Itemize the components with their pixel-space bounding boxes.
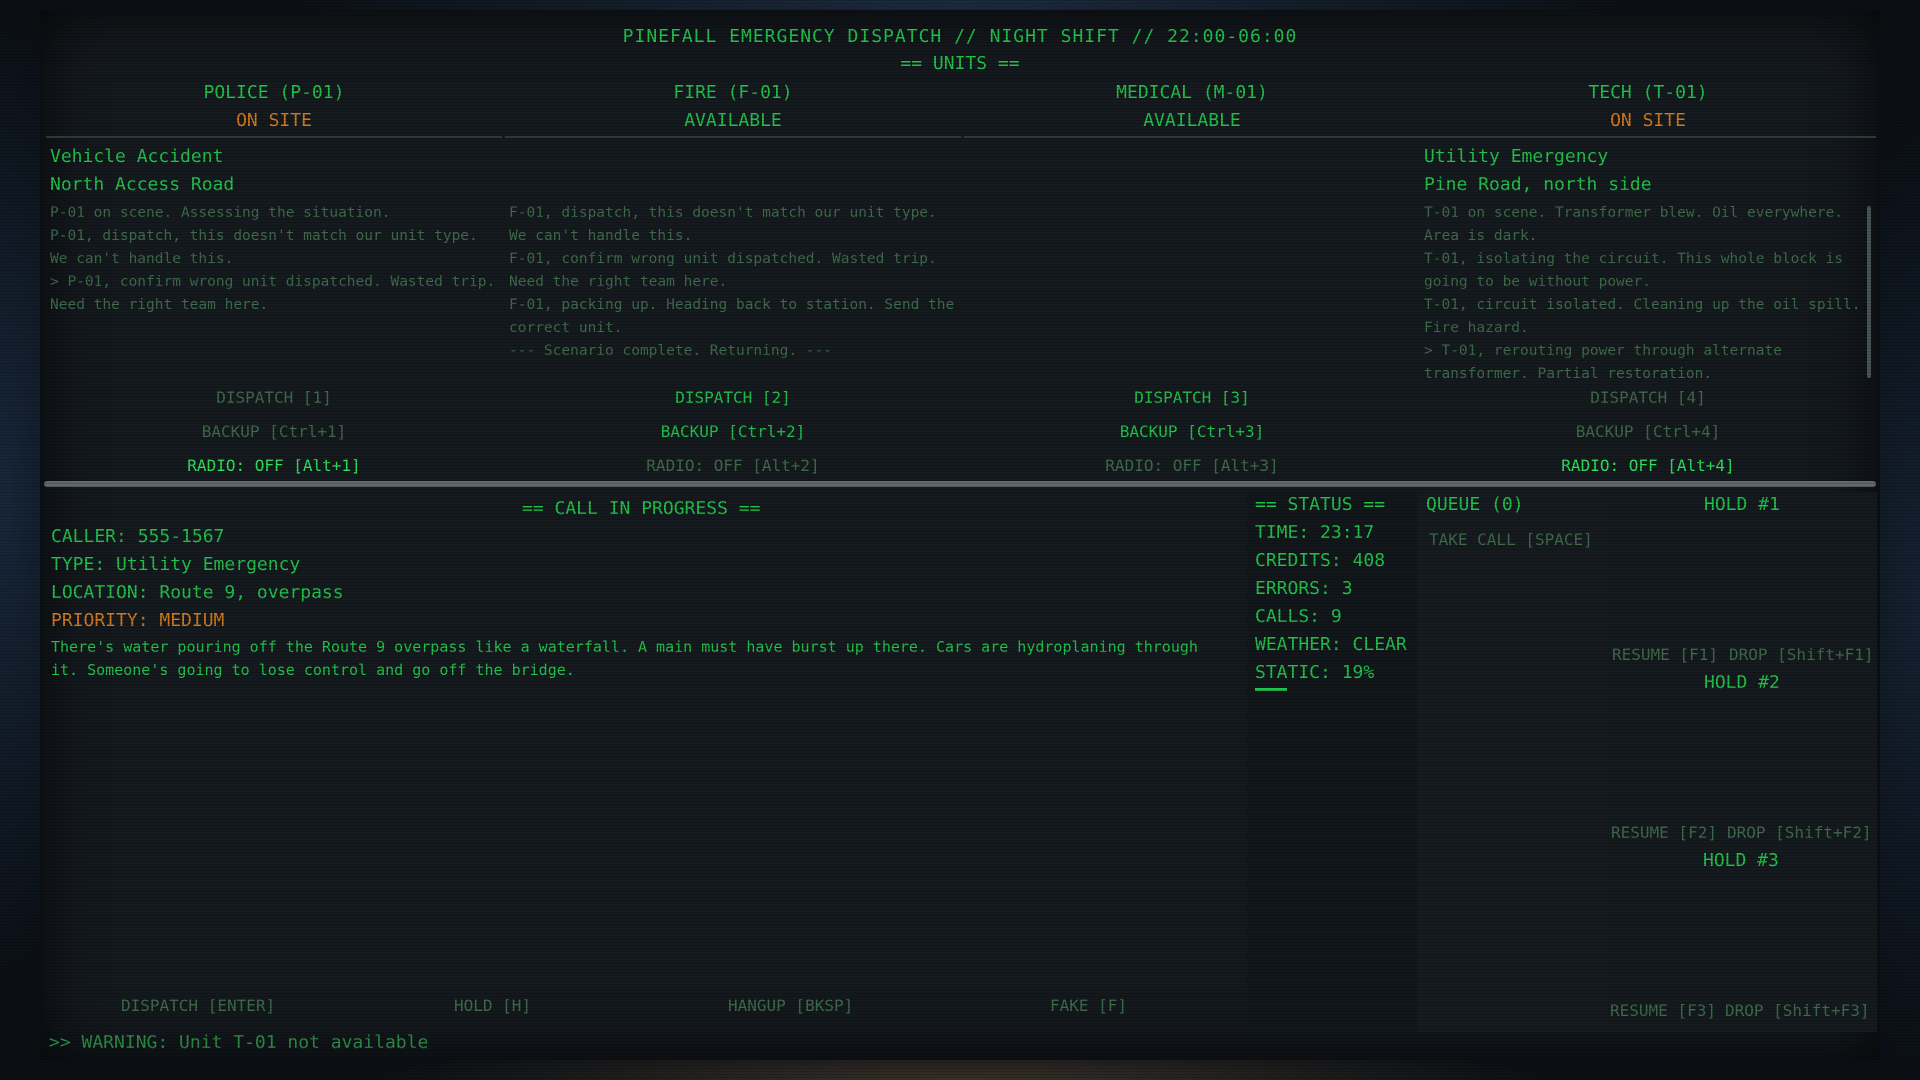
unit-divider [505,136,961,138]
unit-divider [1420,136,1876,138]
incident-location: North Access Road [50,174,235,195]
incident-location: Pine Road, north side [1424,174,1652,195]
log-line: F-01, dispatch, this doesn't match our u… [509,205,937,244]
call-location: LOCATION: Route 9, overpass [51,582,344,603]
unit-status: AVAILABLE [684,110,782,131]
backup-button-1[interactable]: BACKUP [Ctrl+1] [44,422,504,441]
hold-slot-2-label: HOLD #2 [1704,672,1780,693]
resume-button-1[interactable]: RESUME [F1] [1612,645,1718,664]
log-line: P-01, dispatch, this doesn't match our u… [50,228,478,267]
unit-column-fire: FIRE (F-01) AVAILABLE F-01, dispatch, th… [503,80,963,480]
log-line: --- Scenario complete. Returning. --- [509,343,833,359]
radio-toggle-3[interactable]: RADIO: OFF [Alt+3] [962,456,1422,475]
unit-name: MEDICAL (M-01) [1116,82,1268,103]
log-line: > P-01, confirm wrong unit dispatched. W… [50,274,496,313]
fake-call-button[interactable]: FAKE [F] [1050,996,1127,1015]
unit-column-police: POLICE (P-01) ON SITE Vehicle Accident N… [44,80,504,480]
app-title: PINEFALL EMERGENCY DISPATCH // NIGHT SHI… [622,26,1298,47]
unit-status: AVAILABLE [1143,110,1241,131]
status-calls: CALLS: 9 [1255,606,1342,627]
status-errors: ERRORS: 3 [1255,578,1353,599]
unit-status: ON SITE [236,110,312,131]
dispatch-button-4[interactable]: DISPATCH [4] [1418,388,1878,407]
static-level-bar [1255,688,1287,691]
dispatch-call-button[interactable]: DISPATCH [ENTER] [121,996,275,1015]
unit-log: F-01, dispatch, this doesn't match our u… [509,202,959,363]
unit-status: ON SITE [1610,110,1686,131]
drop-button-2[interactable]: DROP [Shift+F2] [1727,823,1872,842]
queue-panel: QUEUE (0) TAKE CALL [SPACE] [1417,492,1607,1032]
log-line: F-01, confirm wrong unit dispatched. Was… [509,251,937,290]
status-credits: CREDITS: 408 [1255,550,1386,571]
log-line: > T-01, rerouting power through alternat… [1424,343,1782,382]
backup-button-4[interactable]: BACKUP [Ctrl+4] [1418,422,1878,441]
incident-type: Utility Emergency [1424,146,1609,167]
log-line: T-01, isolating the circuit. This whole … [1424,251,1844,290]
call-priority: PRIORITY: MEDIUM [51,610,225,631]
drop-button-3[interactable]: DROP [Shift+F3] [1725,1001,1870,1020]
drop-button-1[interactable]: DROP [Shift+F1] [1729,645,1874,664]
log-line: F-01, packing up. Heading back to statio… [509,297,955,336]
resume-button-3[interactable]: RESUME [F3] [1610,1001,1716,1020]
unit-divider [46,136,502,138]
hold-slot-3-label: HOLD #3 [1703,850,1779,871]
unit-log: T-01 on scene. Transformer blew. Oil eve… [1424,202,1874,386]
unit-divider [964,136,1420,138]
hold-panel: HOLD #1 RESUME [F1] DROP [Shift+F1] HOLD… [1607,492,1877,1032]
incident-type: Vehicle Accident [50,146,224,167]
log-scrollbar[interactable] [1867,206,1871,378]
unit-name: POLICE (P-01) [203,82,345,103]
radio-toggle-2[interactable]: RADIO: OFF [Alt+2] [503,456,963,475]
status-time: TIME: 23:17 [1255,522,1375,543]
hold-call-button[interactable]: HOLD [H] [454,996,531,1015]
warning-message: >> WARNING: Unit T-01 not available [49,1032,429,1053]
backup-button-2[interactable]: BACKUP [Ctrl+2] [503,422,963,441]
log-line: T-01 on scene. Transformer blew. Oil eve… [1424,205,1844,244]
queue-heading: QUEUE (0) [1426,494,1524,515]
call-heading: == CALL IN PROGRESS == [522,498,761,519]
status-weather: WEATHER: CLEAR [1255,634,1407,655]
hangup-button[interactable]: HANGUP [BKSP] [728,996,853,1015]
call-type: TYPE: Utility Emergency [51,554,301,575]
call-description: There's water pouring off the Route 9 ov… [51,638,1198,679]
status-heading: == STATUS == [1255,494,1386,515]
units-heading: == UNITS == [900,53,1020,74]
dispatch-button-3[interactable]: DISPATCH [3] [962,388,1422,407]
section-divider [44,481,1876,487]
dispatch-button-2[interactable]: DISPATCH [2] [503,388,963,407]
log-line: T-01, circuit isolated. Cleaning up the … [1424,297,1861,336]
unit-log: P-01 on scene. Assessing the situation. … [50,202,500,317]
unit-name: FIRE (F-01) [673,82,793,103]
dispatch-button-1[interactable]: DISPATCH [1] [44,388,504,407]
take-call-button[interactable]: TAKE CALL [SPACE] [1429,530,1593,549]
unit-column-medical: MEDICAL (M-01) AVAILABLE DISPATCH [3] BA… [962,80,1422,480]
unit-column-tech: TECH (T-01) ON SITE Utility Emergency Pi… [1418,80,1878,480]
radio-toggle-4[interactable]: RADIO: OFF [Alt+4] [1418,456,1878,475]
status-panel: == STATUS == TIME: 23:17 CREDITS: 408 ER… [1247,492,1417,1032]
unit-name: TECH (T-01) [1588,82,1708,103]
status-static: STATIC: 19% [1255,662,1375,683]
hold-slot-1-label: HOLD #1 [1704,494,1780,515]
caller-number: CALLER: 555-1567 [51,526,225,547]
backup-button-3[interactable]: BACKUP [Ctrl+3] [962,422,1422,441]
log-line: P-01 on scene. Assessing the situation. [50,205,391,221]
radio-toggle-1[interactable]: RADIO: OFF [Alt+1] [44,456,504,475]
resume-button-2[interactable]: RESUME [F2] [1611,823,1717,842]
